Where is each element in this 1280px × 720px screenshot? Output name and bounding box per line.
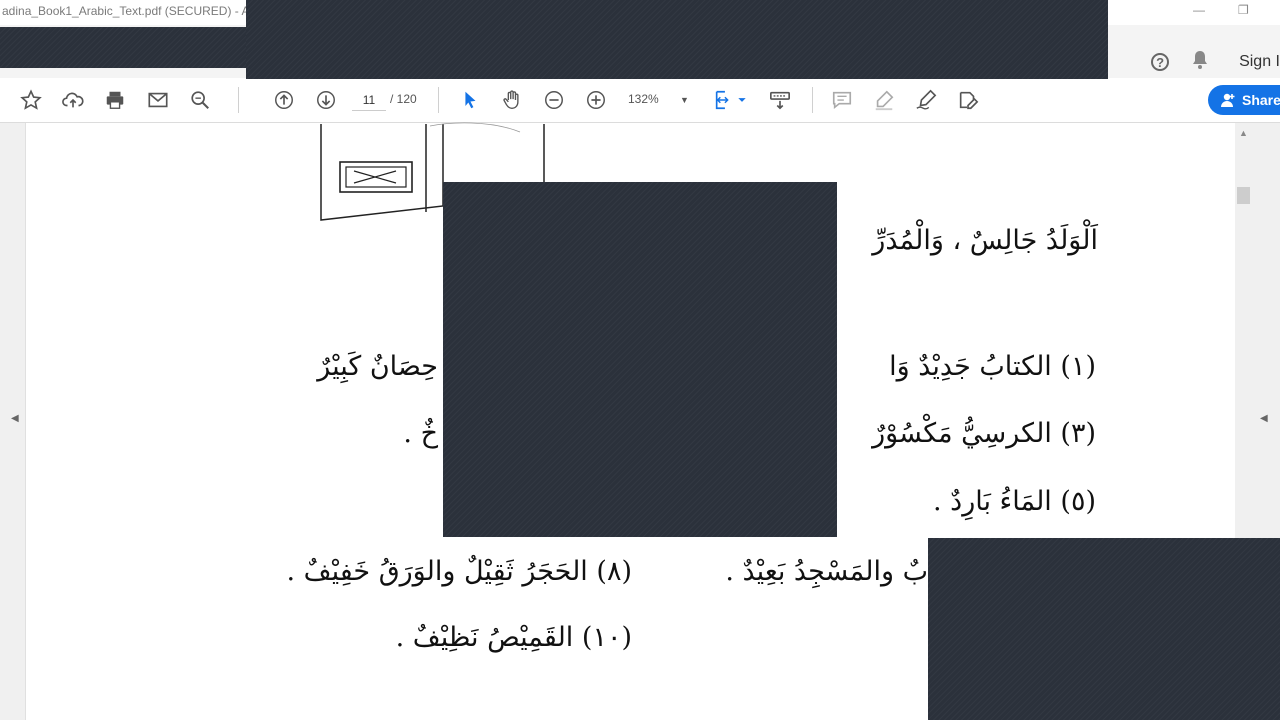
- arabic-exercise-8: (٨) الحَجَرُ ثَقِيْلٌ والوَرَقُ خَفِيْفٌ…: [286, 556, 633, 587]
- arabic-exercise-10: (١٠) القَمِيْصُ نَظِيْفٌ .: [395, 622, 632, 653]
- highlight-icon[interactable]: [872, 88, 896, 112]
- share-button[interactable]: Share: [1208, 85, 1280, 115]
- left-navigation-pane: ◀: [0, 123, 26, 720]
- scrollbar-thumb[interactable]: [1237, 187, 1250, 204]
- share-person-icon: [1221, 93, 1235, 107]
- zoom-level-field[interactable]: 132%: [628, 92, 659, 106]
- arabic-line-intro: اَلْوَلَدُ جَالِسٌ ، وَالْمُدَرِّ: [872, 225, 1098, 256]
- upload-icon[interactable]: [61, 88, 85, 112]
- comment-icon[interactable]: [830, 88, 854, 112]
- restore-button[interactable]: ❐: [1238, 3, 1249, 17]
- page-total-label: / 120: [390, 92, 417, 106]
- arabic-exercise-2-fragment: حِصَانٌ كَبِيْرٌ: [317, 351, 438, 382]
- notification-bell-icon[interactable]: [1191, 50, 1209, 75]
- window-title: adina_Book1_Arabic_Text.pdf (SECURED) - …: [2, 4, 270, 18]
- page-number-input[interactable]: 11: [352, 90, 386, 111]
- redaction-block-left: [0, 27, 246, 68]
- page-up-icon[interactable]: [272, 88, 296, 112]
- scroll-up-icon[interactable]: ▲: [1239, 128, 1248, 138]
- hand-icon[interactable]: [500, 88, 524, 112]
- fit-page-icon[interactable]: [712, 88, 736, 112]
- zoom-dropdown-icon[interactable]: ▼: [680, 95, 689, 105]
- toolbar-separator: [238, 87, 239, 113]
- toolbar-separator: [812, 87, 813, 113]
- minimize-button[interactable]: —: [1193, 3, 1205, 17]
- redaction-block-bottom-right: [928, 538, 1280, 720]
- star-icon[interactable]: [19, 88, 43, 112]
- expand-right-pane-icon[interactable]: ◀: [1260, 413, 1268, 424]
- select-cursor-icon[interactable]: [458, 88, 482, 112]
- zoom-out-icon[interactable]: [542, 88, 566, 112]
- arabic-exercise-7-fragment: بٌ والمَسْجِدُ بَعِيْدٌ .: [725, 556, 928, 587]
- help-icon[interactable]: ?: [1151, 53, 1170, 71]
- scroll-mode-icon[interactable]: [768, 88, 792, 112]
- edit-icon[interactable]: [956, 88, 980, 112]
- menu-bar-right-tools: ? Sign I: [1151, 47, 1280, 77]
- arabic-exercise-3: (٣) الكرسِيُّ مَكْسُوْرٌ: [872, 418, 1096, 449]
- arabic-exercise-1: (١) الكتابُ جَدِيْدٌ وَا: [889, 351, 1096, 382]
- share-button-label: Share: [1242, 92, 1280, 108]
- zoom-search-icon[interactable]: [188, 88, 212, 112]
- arabic-exercise-4-fragment: خٌ .: [403, 418, 438, 449]
- email-icon[interactable]: [146, 88, 170, 112]
- sign-in-link[interactable]: Sign I: [1239, 53, 1280, 71]
- redaction-block-top: [246, 0, 1108, 79]
- page-down-icon[interactable]: [314, 88, 338, 112]
- toolbar-separator: [438, 87, 439, 113]
- print-icon[interactable]: [103, 88, 127, 112]
- zoom-in-icon[interactable]: [584, 88, 608, 112]
- arabic-exercise-5: (٥) المَاءُ بَارِدٌ .: [933, 486, 1096, 517]
- redaction-block-center: [443, 182, 837, 537]
- fit-page-dropdown-icon[interactable]: [736, 88, 748, 112]
- sign-icon[interactable]: [914, 88, 938, 112]
- expand-left-pane-icon[interactable]: ◀: [11, 413, 19, 424]
